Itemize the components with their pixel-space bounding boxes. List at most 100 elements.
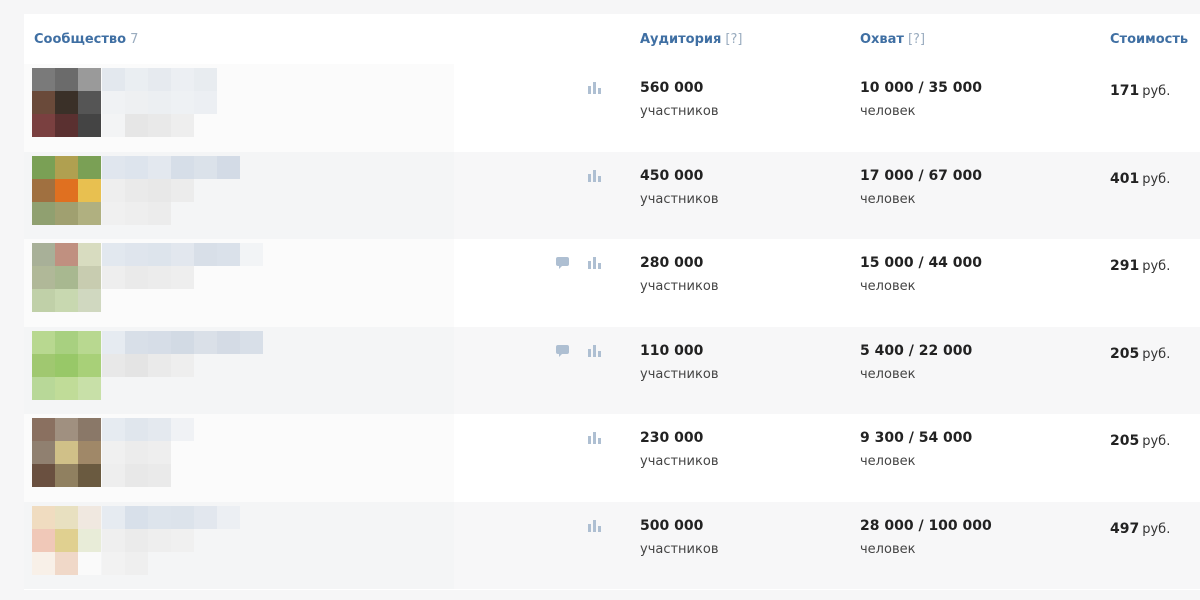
reach-cell: 5 400 / 22 000 человек: [860, 343, 972, 382]
name-pixel: [148, 418, 171, 441]
avatar-pixel: [78, 441, 101, 464]
avatar-pixel: [55, 155, 78, 179]
name-pixel: [217, 266, 240, 289]
avatar-pixel: [78, 551, 101, 575]
community-name-blurred[interactable]: [102, 418, 263, 487]
name-pixel: [125, 201, 148, 225]
audience-cell: 500 000 участников: [640, 518, 718, 557]
name-pixel: [102, 505, 125, 529]
community-name-blurred[interactable]: [102, 330, 263, 400]
row-background: [454, 239, 1200, 327]
name-pixel: [217, 418, 240, 441]
name-pixel: [217, 552, 240, 575]
name-pixel: [148, 464, 171, 487]
name-pixel: [125, 464, 148, 487]
name-pixel: [102, 330, 125, 354]
name-pixel: [148, 201, 171, 225]
name-pixel: [171, 353, 194, 377]
stats-icon[interactable]: [588, 344, 604, 357]
cost-unit: руб.: [1142, 171, 1171, 187]
reach-value: 28 000 / 100 000: [860, 517, 992, 534]
name-pixel: [240, 418, 263, 441]
audience-value: 500 000: [640, 517, 704, 534]
reach-value: 9 300 / 54 000: [860, 430, 973, 446]
name-pixel: [171, 68, 194, 91]
name-pixel: [194, 330, 217, 354]
name-pixel: [194, 418, 217, 441]
audience-cell: 560 000 участников: [640, 80, 718, 119]
stats-icon[interactable]: [588, 82, 604, 94]
cost-cell: 205 руб.: [1110, 430, 1170, 449]
name-pixel: [102, 178, 125, 202]
cost-unit: руб.: [1142, 259, 1171, 274]
name-pixel: [125, 155, 148, 179]
avatar[interactable]: [32, 505, 101, 575]
name-pixel: [102, 243, 125, 266]
avatar[interactable]: [32, 68, 101, 137]
table-row[interactable]: 230 000 участников 9 300 / 54 000 человек 20…: [24, 414, 1200, 502]
community-name-blurred[interactable]: [102, 505, 263, 575]
avatar[interactable]: [32, 418, 101, 487]
name-pixel: [102, 441, 125, 464]
table-row[interactable]: 450 000 участников 17 000 / 67 000 человек 4…: [24, 151, 1200, 239]
name-pixel: [217, 289, 240, 312]
table-body: 560 000 участников 10 000 / 35 000 человек 1…: [24, 64, 1200, 589]
community-name-blurred[interactable]: [102, 155, 263, 225]
header-community[interactable]: Сообщество 7: [34, 32, 138, 47]
row-background: [454, 64, 1200, 152]
cost-value: 401: [1110, 170, 1140, 187]
avatar-pixel: [32, 441, 55, 464]
name-pixel: [217, 505, 240, 529]
name-pixel: [102, 155, 125, 179]
name-pixel: [148, 68, 171, 91]
name-pixel: [240, 179, 263, 202]
name-pixel: [217, 464, 240, 487]
name-pixel: [102, 418, 125, 441]
table-row[interactable]: 500 000 участников 28 000 / 100 000 человек…: [24, 501, 1200, 589]
stats-icon[interactable]: [588, 432, 604, 444]
avatar[interactable]: [32, 243, 101, 312]
header-cost[interactable]: Стоимость: [1110, 32, 1188, 47]
name-pixel: [125, 289, 148, 312]
table-row[interactable]: 280 000 участников 15 000 / 44 000 человек 2…: [24, 239, 1200, 327]
name-pixel: [171, 505, 194, 529]
name-pixel: [217, 91, 240, 114]
name-pixel: [240, 202, 263, 225]
name-pixel: [148, 243, 171, 266]
header-reach[interactable]: Охват [?]: [860, 32, 925, 47]
name-pixel: [148, 266, 171, 289]
avatar-pixel: [55, 528, 78, 552]
avatar[interactable]: [32, 330, 101, 400]
stats-icon[interactable]: [588, 257, 604, 269]
name-pixel: [148, 377, 171, 400]
message-icon[interactable]: [556, 257, 572, 269]
name-pixel: [240, 506, 263, 529]
community-name-blurred[interactable]: [102, 68, 263, 137]
name-pixel: [125, 528, 148, 552]
avatar-pixel: [32, 243, 55, 266]
avatar-pixel: [55, 330, 78, 354]
name-pixel: [240, 529, 263, 552]
avatar[interactable]: [32, 155, 101, 225]
table-row[interactable]: 110 000 участников 5 400 / 22 000 человек 20…: [24, 326, 1200, 414]
reach-unit: человек: [860, 279, 916, 294]
avatar-pixel: [32, 528, 55, 552]
community-name-blurred[interactable]: [102, 243, 263, 312]
audience-hint[interactable]: [?]: [725, 32, 742, 47]
name-pixel: [194, 114, 217, 137]
name-pixel: [194, 505, 217, 529]
message-icon[interactable]: [556, 344, 572, 357]
stats-icon[interactable]: [588, 519, 604, 532]
avatar-pixel: [78, 114, 101, 137]
name-pixel: [240, 377, 263, 400]
avatar-pixel: [32, 289, 55, 312]
stats-icon[interactable]: [588, 169, 604, 182]
header-audience[interactable]: Аудитория [?]: [640, 32, 742, 47]
table-row[interactable]: 560 000 участников 10 000 / 35 000 человек 1…: [24, 64, 1200, 152]
community-count: 7: [130, 32, 139, 47]
name-pixel: [125, 91, 148, 114]
reach-hint[interactable]: [?]: [908, 32, 925, 47]
communities-table: Сообщество 7 Аудитория [?] Охват [?] Стоимо…: [24, 14, 1200, 590]
name-pixel: [171, 289, 194, 312]
name-pixel: [102, 266, 125, 289]
